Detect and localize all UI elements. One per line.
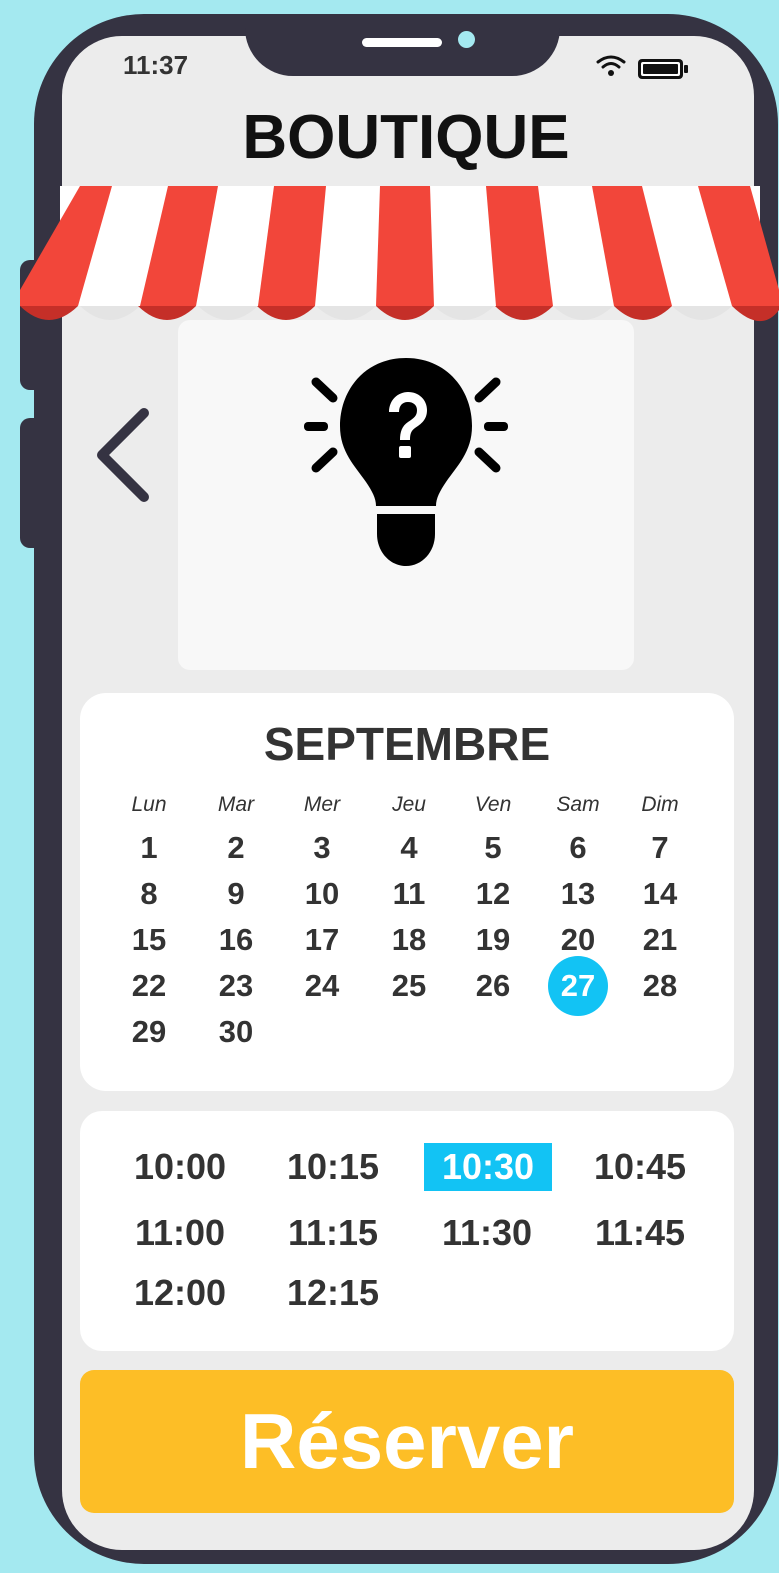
speaker-grille — [362, 38, 442, 47]
time-slot-selected[interactable]: 10:30 — [424, 1143, 552, 1191]
phone-notch — [245, 28, 560, 76]
calendar-day[interactable]: 26 — [463, 956, 523, 1016]
time-slot[interactable]: 11:45 — [576, 1209, 704, 1257]
time-slot[interactable]: 12:15 — [269, 1269, 397, 1317]
time-slot[interactable]: 10:00 — [116, 1143, 244, 1191]
calendar-day[interactable]: 29 — [119, 1002, 179, 1062]
time-slot[interactable]: 10:15 — [269, 1143, 397, 1191]
battery-icon — [638, 59, 688, 79]
weekday-label: Mer — [303, 793, 341, 816]
status-time: 11:37 — [123, 50, 189, 80]
calendar-day[interactable]: 28 — [630, 956, 690, 1016]
weekday-label: Ven — [474, 793, 512, 816]
calendar-day[interactable]: 30 — [206, 1002, 266, 1062]
weekday-label: Lun — [131, 793, 167, 816]
time-slot[interactable]: 11:00 — [116, 1209, 244, 1257]
time-slot[interactable]: 11:15 — [269, 1209, 397, 1257]
weekday-label: Mar — [217, 793, 255, 816]
reserve-button[interactable]: Réserver — [80, 1370, 734, 1513]
lightbulb-question-icon — [304, 358, 508, 566]
time-slots-card: 10:00 10:15 10:30 10:45 11:00 11:15 11:3… — [80, 1111, 734, 1351]
weekday-label: Jeu — [392, 793, 426, 816]
time-slot[interactable]: 10:45 — [576, 1143, 704, 1191]
calendar-month-title: SEPTEMBRE — [263, 718, 551, 770]
back-chevron-icon[interactable] — [92, 405, 162, 505]
weekday-label: Dim — [641, 793, 679, 816]
calendar-day-selected[interactable]: 27 — [548, 956, 608, 1016]
calendar-card: SEPTEMBRE Lun Mar Mer Jeu Ven Sam Dim 1 … — [80, 693, 734, 1091]
shop-awning — [20, 186, 779, 322]
wifi-icon — [596, 55, 626, 76]
weekday-label: Sam — [556, 793, 600, 816]
page-title: BOUTIQUE — [242, 103, 570, 172]
calendar-day[interactable]: 24 — [292, 956, 352, 1016]
time-slot[interactable]: 12:00 — [116, 1269, 244, 1317]
calendar-day[interactable]: 25 — [379, 956, 439, 1016]
front-camera — [458, 31, 475, 48]
time-slot[interactable]: 11:30 — [423, 1209, 551, 1257]
